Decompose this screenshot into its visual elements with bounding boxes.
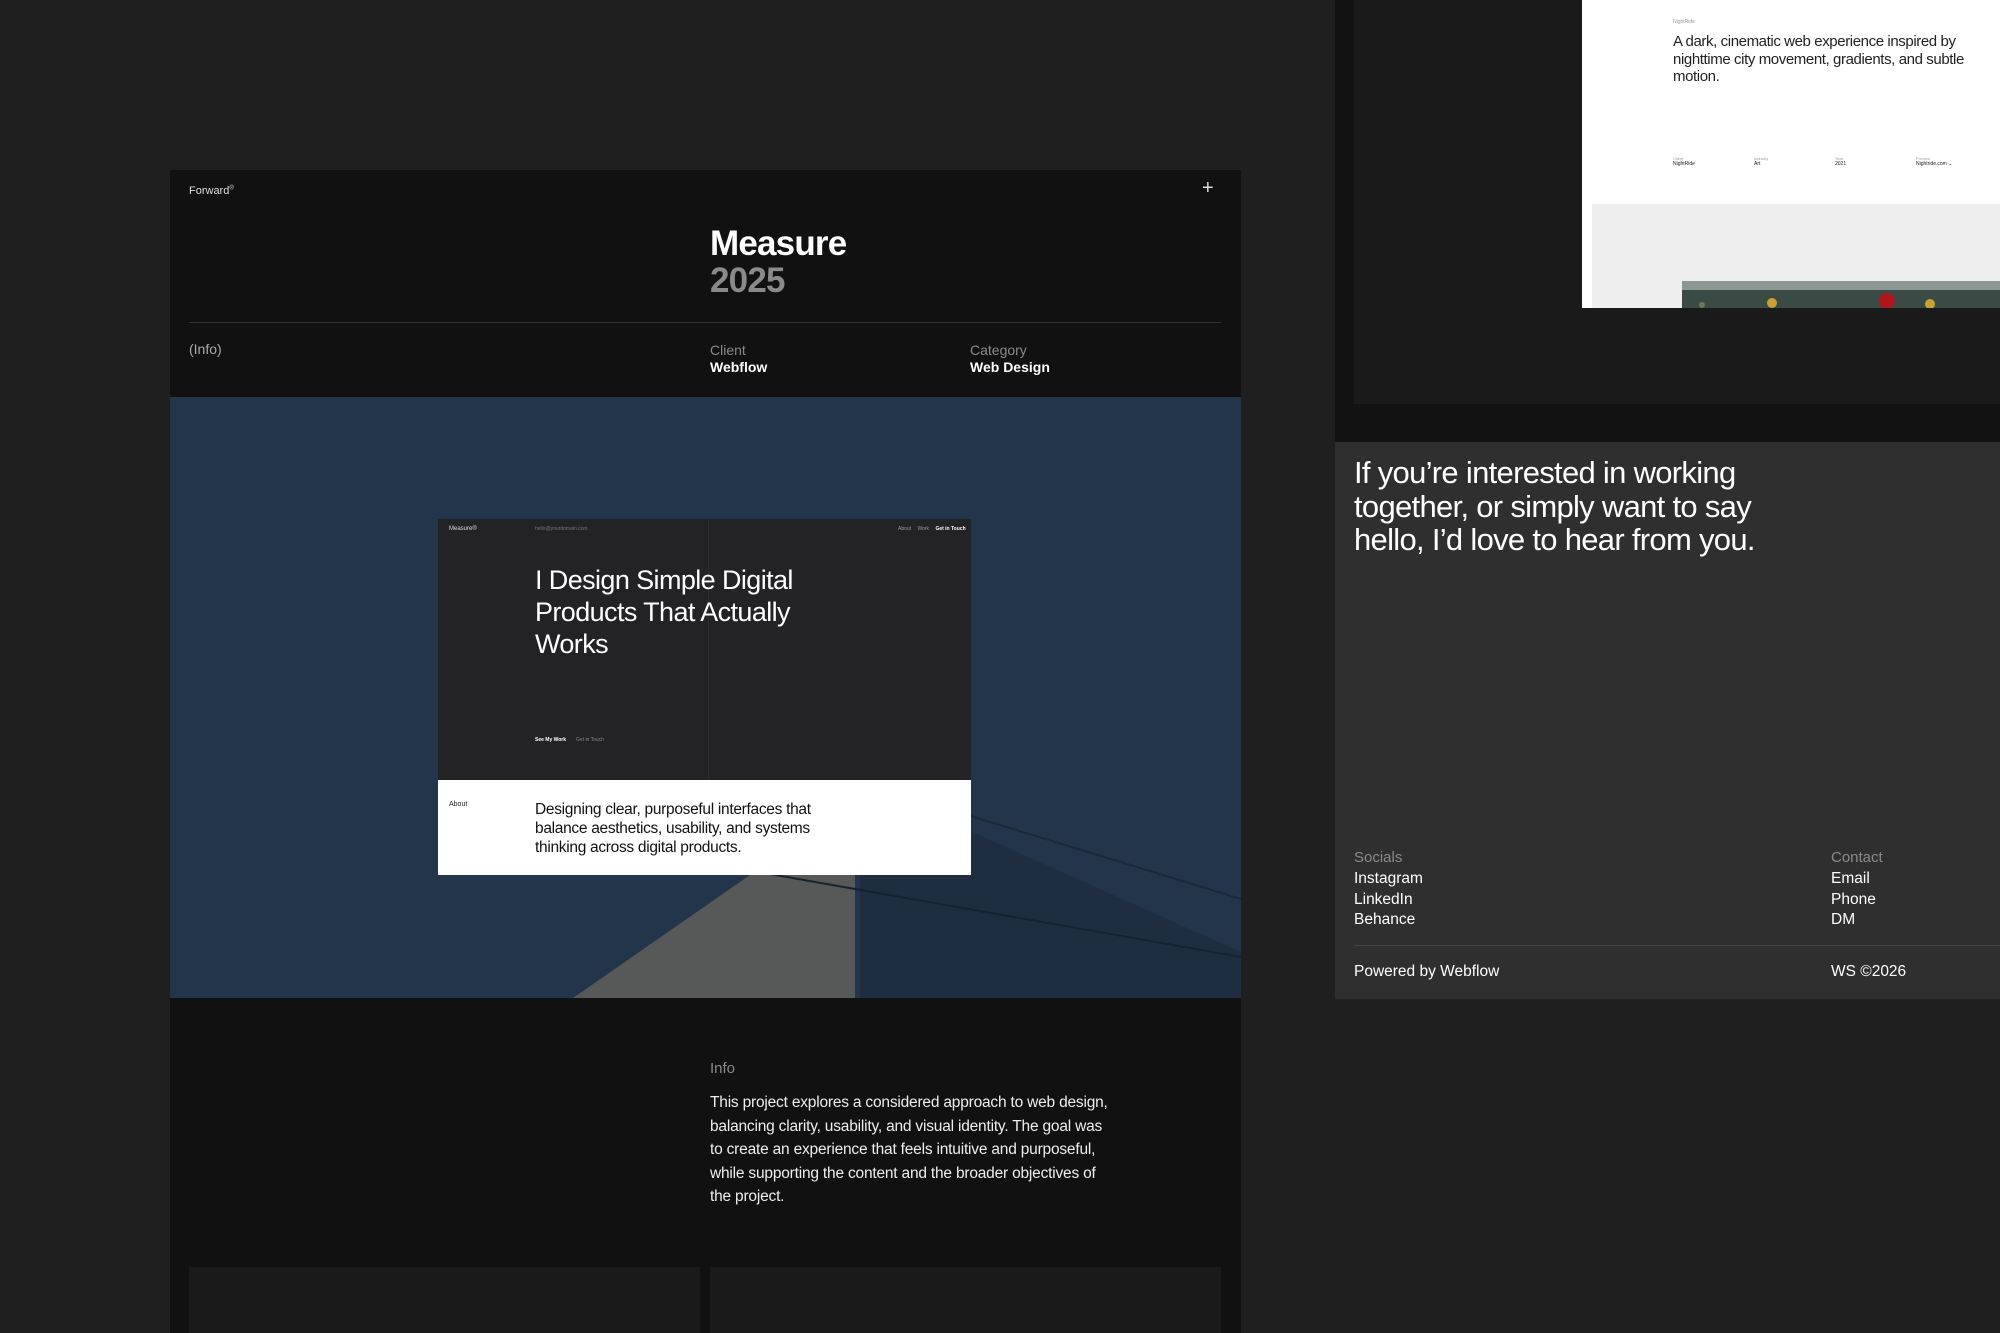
contact-panel: If you’re interested in working together… [1335,442,2000,999]
mockup-nav-work[interactable]: Work [917,526,929,532]
client-value: Webflow [710,359,768,375]
category-value: Web Design [970,359,1050,375]
social-link-linkedin[interactable]: LinkedIn [1354,890,1423,911]
contact-label: Contact [1831,849,1883,866]
mockup-nav-contact[interactable]: Get in Touch [935,526,965,532]
socials-label: Socials [1354,849,1403,866]
contact-link-email[interactable]: Email [1831,869,1876,890]
gallery-card-right[interactable] [710,1267,1221,1333]
info-label: (Info) [189,341,222,357]
project-title: Measure [710,224,847,263]
brand-text: Forward [189,185,230,197]
mockup-email[interactable]: hello@yourdomain.com [535,526,588,532]
plus-icon[interactable]: + [1202,177,1214,200]
preview-project-name: NightRide [1673,19,1695,25]
brand-registered-mark: ® [229,185,234,192]
preview-meta-value: NightRide [1673,161,1695,167]
preview-meta-value: 2021 [1835,161,1847,167]
mockup-about-text: Designing clear, purposeful interfaces t… [535,801,811,856]
mockup-see-work-button[interactable]: See My Work [535,737,566,743]
mockup-about-section: About Designing clear, purposeful interf… [438,780,971,875]
powered-by-link[interactable]: Powered by Webflow [1354,963,1499,981]
hero-image: Measure® hello@yourdomain.com About Work… [170,397,1241,998]
preview-meta-client: Client NightRide [1673,156,1695,167]
copyright-text: WS ©2026 [1831,963,1907,980]
contact-list: Email Phone DM [1831,869,1876,931]
preview-meta-value: Art [1754,161,1761,167]
flowers-photo [1682,281,2000,308]
social-link-behance[interactable]: Behance [1354,910,1423,931]
preview-meta-link[interactable]: Preview Nightride.com ⌄ [1916,156,1952,167]
mockup-about-label: About [449,801,468,808]
project-year: 2025 [710,261,785,300]
mockup-nav-about[interactable]: About [898,526,911,532]
contact-link-dm[interactable]: DM [1831,910,1876,931]
socials-list: Instagram LinkedIn Behance [1354,869,1423,931]
info-section-body: This project explores a considered appro… [710,1094,1108,1205]
footer-divider [1354,945,2000,946]
preview-meta-year: Year 2021 [1835,156,1846,167]
mockup-nav: About Work Get in Touch [893,526,966,532]
mockup-get-in-touch-button[interactable]: Get in Touch [576,737,604,743]
brand-logo[interactable]: Forward® [189,185,234,197]
preview-photo [1682,281,2000,308]
divider [189,322,1221,323]
project-preview-page: NightRide A dark, cinematic web experien… [1582,0,2000,308]
preview-meta-value[interactable]: Nightride.com [1916,161,1947,167]
info-section-title: Info [710,1060,736,1077]
project-page: Forward® + Measure 2025 (Info) Client We… [170,170,1241,1333]
mockup-brand[interactable]: Measure® [449,526,477,532]
gallery-card-left[interactable] [189,1267,700,1333]
mockup-headline: I Design Simple Digital Products That Ac… [535,565,793,659]
preview-project-description: A dark, cinematic web experience inspire… [1673,33,1964,85]
social-link-instagram[interactable]: Instagram [1354,869,1423,890]
contact-link-phone[interactable]: Phone [1831,890,1876,911]
website-mockup: Measure® hello@yourdomain.com About Work… [438,519,971,875]
chevron-down-icon: ⌄ [1948,161,1953,167]
client-label: Client [710,342,746,358]
contact-headline: If you’re interested in working together… [1354,455,1755,557]
preview-meta-industry: Industry Art [1754,156,1768,167]
category-label: Category [970,342,1027,358]
